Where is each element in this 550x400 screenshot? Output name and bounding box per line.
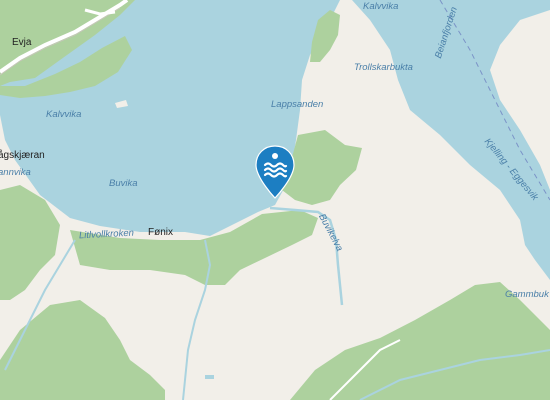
map-canvas[interactable]: Evja ågskjæran Fønix Kalvvika Kalvvika T… — [0, 0, 550, 400]
water-label-gammbukta: Gammbuk — [505, 289, 549, 300]
small-pond — [205, 375, 214, 379]
place-label-evja: Evja — [12, 37, 32, 48]
water-label-buvika: Buvika — [109, 178, 138, 189]
water-label-lappsanden: Lappsanden — [271, 99, 324, 110]
water-label-trollskarbukta: Trollskarbukta — [354, 62, 413, 73]
place-label-fonix: Fønix — [148, 227, 173, 238]
bathing-spot-marker[interactable] — [254, 145, 296, 200]
place-label-agskjaeran: ågskjæran — [0, 150, 45, 161]
map-base-layer — [0, 0, 550, 400]
water-label-annvika: annvika — [0, 167, 31, 178]
swimming-icon — [263, 153, 288, 178]
water-label-kalvvika-ne: Kalvvika — [363, 1, 399, 12]
water-label-kalvvika-w: Kalvvika — [46, 109, 82, 120]
